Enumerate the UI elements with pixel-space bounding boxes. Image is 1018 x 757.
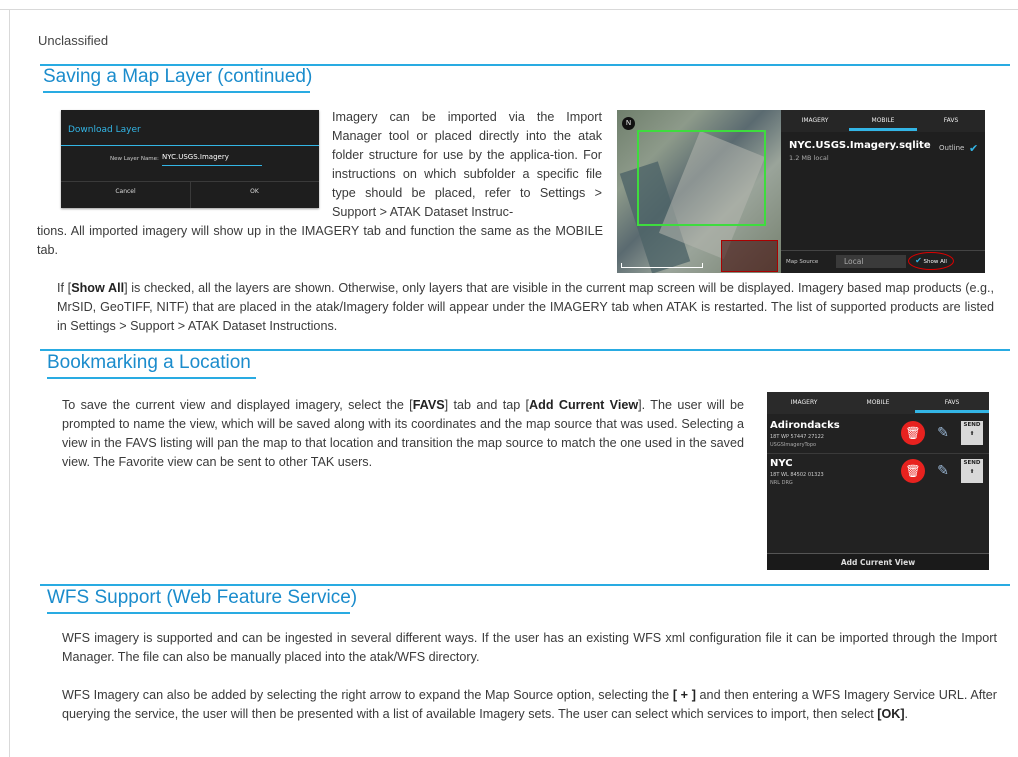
favorite-source: USGSImageryTopo [770, 442, 817, 448]
send-label: SEND [963, 460, 981, 466]
saving-paragraph-continued: tions. All imported imagery will show up… [37, 224, 603, 257]
dialog-divider [61, 145, 319, 146]
show-all-label: Show All [923, 259, 947, 265]
layer-outline-box [637, 130, 766, 226]
section-rule [40, 349, 1010, 351]
bookmarking-paragraph: To save the current view and displayed i… [62, 396, 744, 472]
favorites-screenshot: IMAGERY MOBILE FAVS Adirondacks 18T WP 5… [767, 392, 989, 570]
tab-mobile[interactable]: MOBILE [849, 117, 917, 124]
checkmark-icon: ✔ [915, 256, 922, 265]
dialog-title: Download Layer [68, 125, 141, 135]
plus-term: [ + ] [672, 688, 696, 702]
add-current-view-term: Add Current View [529, 398, 639, 412]
active-tab-indicator [849, 128, 917, 131]
send-button[interactable]: SEND ⬆ [961, 459, 983, 483]
page-top-border [0, 9, 1018, 10]
layer-name-label: New Layer Name: [110, 156, 159, 162]
section-rule [40, 584, 1010, 586]
section-title-underline [43, 91, 310, 93]
compass-icon[interactable]: N [622, 117, 635, 130]
cancel-button[interactable]: Cancel [61, 188, 190, 195]
page-left-border [9, 9, 10, 757]
outline-checkbox-icon[interactable]: ✔ [969, 142, 978, 155]
favorite-name: NYC [770, 458, 793, 469]
text-fragment: WFS Imagery can also be added by selecti… [62, 688, 673, 702]
favorite-name: Adirondacks [770, 420, 840, 431]
map-view: N [617, 110, 781, 273]
text-fragment: To save the current view and displayed i… [62, 398, 413, 412]
section-title-saving: Saving a Map Layer (continued) [43, 66, 313, 87]
layer-size: 1.2 MB local [789, 154, 829, 162]
show-all-checkbox[interactable]: ✔ Show All [908, 252, 954, 270]
text-fragment: If [ [57, 281, 72, 295]
section-title-underline [47, 377, 256, 379]
layer-name[interactable]: NYC.USGS.Imagery.sqlite [789, 140, 931, 151]
tab-imagery[interactable]: IMAGERY [767, 399, 841, 406]
text-fragment: ] is checked, all the layers are shown. … [57, 281, 994, 333]
favs-term: FAVS [412, 398, 445, 412]
show-all-paragraph: If [Show All] is checked, all the layers… [57, 279, 994, 336]
ok-button[interactable]: OK [190, 188, 319, 195]
edit-icon[interactable]: ✎ [932, 423, 954, 443]
imagery-panel: IMAGERY MOBILE FAVS NYC.USGS.Imagery.sql… [781, 110, 985, 273]
tab-favs[interactable]: FAVS [915, 399, 989, 406]
tab-favs[interactable]: FAVS [917, 117, 985, 124]
layer-name-input[interactable]: NYC.USGS.Imagery [162, 153, 262, 166]
map-source-label: Map Source [786, 259, 819, 265]
list-separator [767, 453, 989, 454]
section-title-bookmarking: Bookmarking a Location [47, 352, 251, 373]
map-scale-bar [621, 263, 703, 268]
imagery-manager-screenshot: N IMAGERY MOBILE FAVS NYC.USGS.Imagery.s… [617, 110, 985, 273]
map-source-select[interactable]: Local [836, 255, 906, 268]
show-all-term: Show All [71, 281, 125, 295]
text-fragment: . [904, 707, 909, 721]
active-tab-indicator [915, 410, 989, 413]
section-title-wfs: WFS Support (Web Feature Service) [47, 587, 358, 608]
delete-icon[interactable]: 🗑 [901, 421, 925, 445]
favorite-item[interactable]: NYC 18T WL 84502 01323 NRL DRG 🗑 ✎ SEND ⬆ [767, 455, 989, 490]
favorite-coordinates: 18T WP 57447 27122 [770, 434, 824, 440]
dialog-button-separator [190, 182, 191, 208]
outline-label: Outline [939, 144, 965, 152]
download-layer-dialog-screenshot: Download Layer New Layer Name: NYC.USGS.… [61, 110, 319, 208]
favorite-item[interactable]: Adirondacks 18T WP 57447 27122 USGSImage… [767, 417, 989, 452]
classification-marking: Unclassified [38, 33, 109, 48]
ok-term: [OK] [877, 707, 905, 721]
section-title-underline [47, 612, 350, 614]
map-info-overlay [721, 240, 778, 272]
add-current-view-button[interactable]: Add Current View [767, 553, 989, 570]
send-label: SEND [963, 422, 981, 428]
send-button[interactable]: SEND ⬆ [961, 421, 983, 445]
favorite-coordinates: 18T WL 84502 01323 [770, 472, 824, 478]
wfs-paragraph-1: WFS imagery is supported and can be inge… [62, 631, 997, 664]
delete-icon[interactable]: 🗑 [901, 459, 925, 483]
imagery-tabs: IMAGERY MOBILE FAVS [781, 110, 985, 132]
favorite-source: NRL DRG [770, 480, 793, 486]
tab-imagery[interactable]: IMAGERY [781, 117, 849, 124]
edit-icon[interactable]: ✎ [932, 461, 954, 481]
panel-footer-separator [781, 250, 985, 251]
tab-mobile[interactable]: MOBILE [841, 399, 915, 406]
saving-paragraph-wrap: Imagery can be imported via the Import M… [332, 110, 602, 219]
wfs-paragraph-2: WFS Imagery can also be added by selecti… [62, 686, 997, 724]
text-fragment: ] tab and tap [ [444, 398, 530, 412]
favs-tabs: IMAGERY MOBILE FAVS [767, 392, 989, 414]
